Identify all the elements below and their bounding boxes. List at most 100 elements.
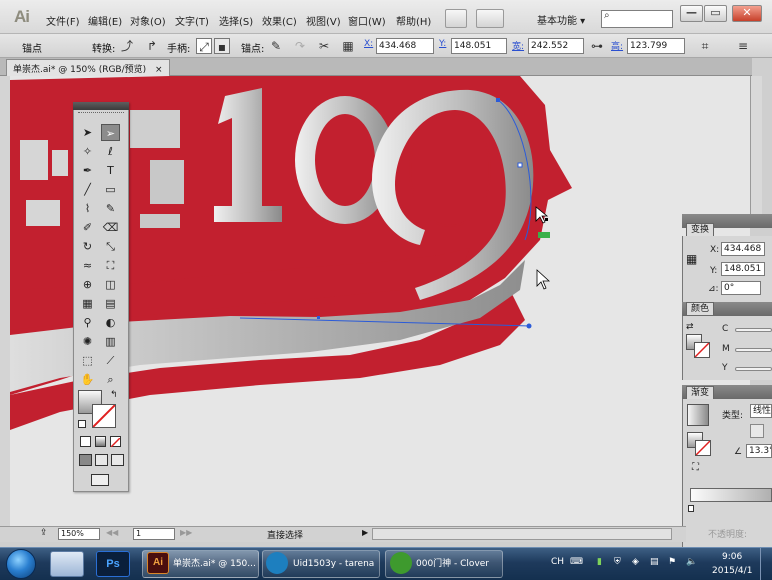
hide-handles-icon[interactable]: ▪ bbox=[214, 38, 230, 54]
menu-select[interactable]: 选择(S) bbox=[219, 13, 253, 28]
prev-artboard-icon[interactable]: ◀◀ bbox=[106, 528, 118, 537]
clock-time[interactable]: 9:06 bbox=[722, 552, 742, 562]
gradient-ramp[interactable] bbox=[690, 488, 772, 502]
tools-grip[interactable] bbox=[78, 112, 124, 115]
draw-normal-icon[interactable] bbox=[79, 454, 92, 466]
clock-date[interactable]: 2015/4/1 bbox=[712, 566, 752, 576]
panel-menu-icon[interactable]: ≡ bbox=[735, 38, 751, 54]
none-mode-icon[interactable] bbox=[110, 436, 121, 448]
menu-view[interactable]: 视图(V) bbox=[306, 13, 341, 28]
column-graph-tool-icon[interactable]: ▥ bbox=[101, 333, 120, 350]
color-mode-icon[interactable] bbox=[80, 436, 91, 447]
transform-y-field[interactable]: 148.051 p bbox=[721, 262, 765, 276]
type-tool-icon[interactable]: T bbox=[101, 162, 120, 179]
pencil-tool-icon[interactable]: ✎ bbox=[101, 200, 120, 217]
x-coordinate-field[interactable]: 434.468 bbox=[376, 38, 434, 54]
workspace-switcher[interactable]: 基本功能 ▾ bbox=[537, 12, 585, 27]
channel-c-slider[interactable] bbox=[735, 328, 772, 332]
cut-path-icon[interactable]: ✂ bbox=[316, 38, 332, 54]
reverse-gradient-icon[interactable] bbox=[750, 424, 764, 438]
restore-button[interactable]: ▭ bbox=[704, 5, 727, 22]
color-stroke-swatch[interactable] bbox=[694, 342, 710, 358]
menu-help[interactable]: 帮助(H) bbox=[396, 13, 431, 28]
channel-m-slider[interactable] bbox=[735, 348, 772, 352]
draw-inside-icon[interactable] bbox=[111, 454, 124, 466]
show-handles-icon[interactable]: ⤢ bbox=[196, 38, 212, 54]
blend-tool-icon[interactable]: ◐ bbox=[101, 314, 120, 331]
zoom-select[interactable]: 150% bbox=[58, 528, 100, 540]
gradient-type-select[interactable]: 线性 bbox=[750, 404, 772, 418]
reference-point-icon[interactable]: ▦ bbox=[686, 252, 697, 266]
arrange-documents-button[interactable] bbox=[476, 9, 504, 28]
calculator-icon[interactable] bbox=[50, 551, 84, 577]
pen-tool-icon[interactable]: ✒ bbox=[78, 162, 97, 179]
artboard-select[interactable]: 1 bbox=[133, 528, 175, 540]
eraser-tool-icon[interactable]: ⌫ bbox=[101, 219, 120, 236]
connect-anchor-icon[interactable]: ↷ bbox=[292, 38, 308, 54]
warp-tool-icon[interactable]: ≈ bbox=[78, 257, 97, 274]
scale-tool-icon[interactable]: ⤡ bbox=[101, 238, 120, 255]
document-tab[interactable]: 单崇杰.ai* @ 150% (RGB/预览) × bbox=[6, 59, 170, 76]
photoshop-icon[interactable]: Ps bbox=[96, 551, 130, 577]
magic-wand-tool-icon[interactable]: ✧ bbox=[78, 143, 97, 160]
menu-file[interactable]: 文件(F) bbox=[46, 13, 80, 28]
bridge-button[interactable] bbox=[445, 9, 467, 28]
gradient-stop-left[interactable] bbox=[688, 505, 694, 512]
paintbrush-tool-icon[interactable]: ⌇ bbox=[78, 200, 97, 217]
notification-icon[interactable]: ⚑ bbox=[668, 557, 676, 567]
mesh-tool-icon[interactable]: ▦ bbox=[78, 295, 97, 312]
zoom-tool-icon[interactable]: ⌕ bbox=[101, 371, 120, 388]
menu-edit[interactable]: 编辑(E) bbox=[88, 13, 122, 28]
isolate-icon[interactable]: ⌗ bbox=[697, 38, 713, 54]
screen-mode-icon[interactable] bbox=[91, 474, 109, 486]
free-transform-tool-icon[interactable]: ⛶ bbox=[101, 257, 120, 274]
show-desktop-button[interactable] bbox=[760, 548, 772, 580]
tools-panel-header[interactable] bbox=[73, 102, 129, 110]
lasso-tool-icon[interactable]: ℓ bbox=[101, 143, 120, 160]
transform-x-field[interactable]: 434.468 p bbox=[721, 242, 765, 256]
gradient-angle-field[interactable]: 13.3° bbox=[746, 444, 772, 458]
close-button[interactable]: ✕ bbox=[732, 5, 762, 22]
menu-window[interactable]: 窗口(W) bbox=[348, 13, 386, 28]
volume-icon[interactable]: 🔈 bbox=[686, 557, 697, 567]
convert-to-smooth-icon[interactable]: ↱ bbox=[144, 38, 160, 54]
menu-object[interactable]: 对象(O) bbox=[130, 13, 166, 28]
draw-behind-icon[interactable] bbox=[95, 454, 108, 466]
transform-panel-tab[interactable]: 变换 bbox=[686, 223, 715, 236]
convert-to-corner-icon[interactable]: ⤴ bbox=[119, 38, 135, 54]
start-button[interactable] bbox=[6, 549, 36, 579]
vertical-scrollbar[interactable] bbox=[750, 76, 762, 216]
transform-angle-field[interactable]: 0° bbox=[721, 281, 761, 295]
search-input[interactable] bbox=[601, 10, 673, 28]
direct-selection-tool-icon[interactable]: ➢ bbox=[101, 124, 120, 141]
align-grid-icon[interactable]: ▦ bbox=[340, 38, 356, 54]
gradient-panel-tab[interactable]: 渐变 bbox=[686, 386, 715, 399]
y-coordinate-field[interactable]: 148.051 bbox=[451, 38, 507, 54]
channel-y-slider[interactable] bbox=[735, 367, 772, 371]
horizontal-scrollbar[interactable] bbox=[372, 528, 672, 540]
close-tab-icon[interactable]: × bbox=[155, 65, 163, 75]
hand-tool-icon[interactable]: ✋ bbox=[78, 371, 97, 388]
eyedropper-tool-icon[interactable]: ⚲ bbox=[78, 314, 97, 331]
rotate-tool-icon[interactable]: ↻ bbox=[78, 238, 97, 255]
rectangle-tool-icon[interactable]: ▭ bbox=[101, 181, 120, 198]
blob-brush-tool-icon[interactable]: ✐ bbox=[78, 219, 97, 236]
gradient-tool-icon[interactable]: ▤ bbox=[101, 295, 120, 312]
artboard-tool-icon[interactable]: ⬚ bbox=[78, 352, 97, 369]
symbol-sprayer-tool-icon[interactable]: ✺ bbox=[78, 333, 97, 350]
line-tool-icon[interactable]: ╱ bbox=[78, 181, 97, 198]
perspective-tool-icon[interactable]: ◫ bbox=[101, 276, 120, 293]
color-panel-tab[interactable]: 颜色 bbox=[686, 302, 715, 315]
default-colors-icon[interactable] bbox=[78, 420, 86, 428]
menu-effect[interactable]: 效果(C) bbox=[262, 13, 297, 28]
swap-colors-icon[interactable]: ↰ bbox=[110, 390, 118, 400]
selection-tool-icon[interactable]: ➤ bbox=[78, 124, 97, 141]
gradient-stroke-swatch[interactable] bbox=[695, 440, 711, 456]
stroke-swatch[interactable] bbox=[92, 404, 116, 428]
gradient-options-icon[interactable]: ⛶ bbox=[692, 462, 699, 473]
network-icon[interactable]: ▤ bbox=[650, 557, 659, 567]
status-menu-icon[interactable]: ▶ bbox=[362, 528, 368, 537]
shape-builder-tool-icon[interactable]: ⊕ bbox=[78, 276, 97, 293]
share-icon[interactable]: ⇪ bbox=[40, 528, 48, 538]
color-swap-icon[interactable]: ⇄ bbox=[686, 322, 694, 332]
